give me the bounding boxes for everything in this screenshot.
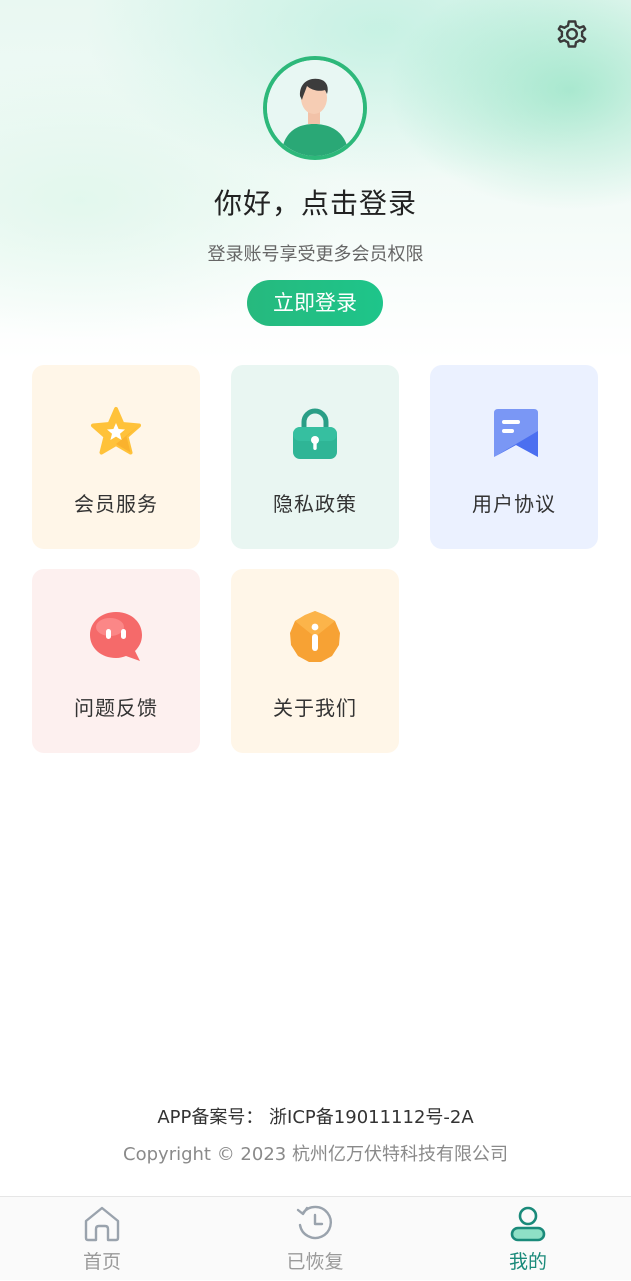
menu-item-about-us[interactable]: 关于我们: [231, 569, 399, 753]
home-icon: [84, 1206, 120, 1242]
login-button[interactable]: 立即登录: [247, 280, 383, 326]
tab-recovered[interactable]: 已恢复: [245, 1197, 385, 1281]
greeting-title[interactable]: 你好，点击登录: [0, 182, 631, 222]
star-icon: [91, 407, 141, 455]
tab-mine[interactable]: 我的: [458, 1197, 598, 1281]
menu-item-label: 关于我们: [273, 696, 357, 720]
menu-item-label: 会员服务: [74, 492, 158, 516]
tab-home[interactable]: 首页: [32, 1197, 172, 1281]
menu-item-privacy-policy[interactable]: 隐私政策: [231, 365, 399, 549]
chat-bubble-icon: [90, 612, 142, 661]
menu-item-feedback[interactable]: 问题反馈: [32, 569, 200, 753]
menu-item-user-agreement[interactable]: 用户协议: [430, 365, 598, 549]
greeting-subtitle: 登录账号享受更多会员权限: [207, 244, 424, 265]
menu-item-label: 问题反馈: [74, 696, 158, 720]
menu-item-membership[interactable]: 会员服务: [32, 365, 200, 549]
copyright-text: Copyright © 2023 杭州亿万伏特科技有限公司: [123, 1144, 508, 1165]
history-icon: [296, 1205, 332, 1240]
document-icon: [494, 409, 538, 457]
bottom-tab-bar: 首页 已恢复 我的: [0, 1196, 631, 1280]
tab-label: 已恢复: [286, 1251, 344, 1273]
info-icon: [290, 611, 340, 662]
tab-label: 我的: [508, 1251, 547, 1273]
avatar[interactable]: [263, 56, 367, 160]
user-icon: [510, 1206, 546, 1242]
tab-label: 首页: [82, 1251, 121, 1273]
menu-item-label: 隐私政策: [273, 492, 357, 516]
gear-icon: [557, 20, 587, 48]
menu-item-label: 用户协议: [472, 492, 556, 516]
settings-button[interactable]: [552, 14, 592, 54]
icp-record: APP备案号： 浙ICP备19011112号-2A: [157, 1107, 474, 1128]
lock-icon: [293, 408, 337, 459]
default-avatar-icon: [267, 60, 363, 156]
